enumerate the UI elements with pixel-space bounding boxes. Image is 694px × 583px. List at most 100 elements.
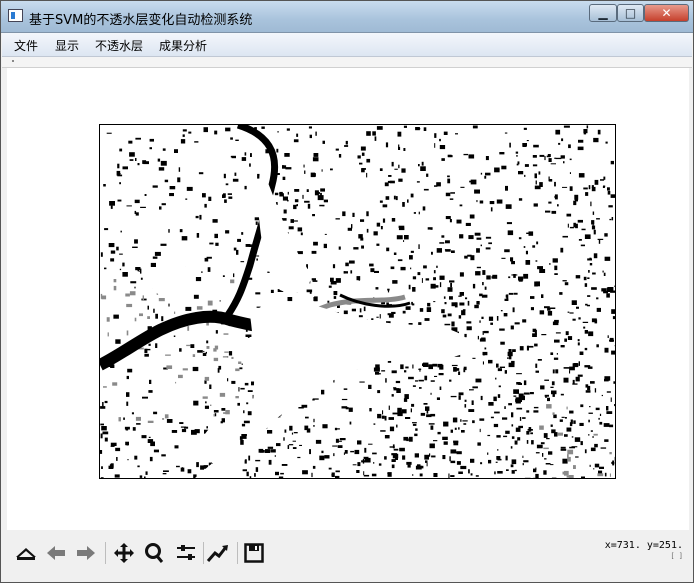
raster-speck [404,235,409,240]
raster-speck [330,168,333,171]
raster-speck [150,262,156,267]
raster-speck [333,453,335,457]
raster-speck [557,204,559,207]
minimize-button[interactable]: ▁ [589,4,617,22]
raster-speck [411,403,415,407]
raster-speck [481,316,484,319]
raster-speck [562,235,568,238]
close-button[interactable]: ✕ [644,4,689,22]
raster-speck [584,365,591,368]
raster-speck [301,404,308,408]
raster-speck [391,311,396,314]
raster-speck [557,432,563,436]
menu-analysis[interactable]: 成果分析 [159,37,207,54]
raster-speck [195,215,199,219]
raster-speck [454,417,457,419]
raster-speck [349,260,355,264]
raster-speck [414,453,419,458]
raster-speck [376,243,380,246]
raster-speck [609,452,612,455]
figure-canvas[interactable] [7,68,689,530]
raster-speck [337,440,342,442]
raster-speck [169,186,176,190]
forward-button[interactable] [73,540,99,566]
raster-speck [609,337,614,342]
edit-axis-button[interactable] [205,540,231,566]
raster-speck [508,349,512,354]
configure-subplots-icon [177,545,195,560]
raster-speck [402,310,406,314]
raster-speck [547,397,550,402]
raster-speck [465,297,468,300]
raster-speck [569,226,574,229]
raster-speck [525,260,531,265]
raster-speck [568,144,571,149]
back-button[interactable] [43,540,69,566]
raster-speck [496,316,499,321]
raster-speck [102,402,104,407]
save-button[interactable] [241,540,267,566]
raster-speck [425,278,430,281]
raster-speck [361,168,365,173]
raster-speck [534,281,538,287]
raster-speck [583,187,588,190]
raster-speck [129,159,134,161]
raster-speck [424,454,429,460]
raster-speck [515,427,521,432]
navigation-toolbar: x=731. y=251. [ ] [7,530,689,580]
raster-speck [389,180,395,184]
raster-speck [361,152,365,156]
menu-display[interactable]: 显示 [55,37,79,54]
raster-speck [436,248,442,253]
raster-speck [406,438,409,442]
home-button[interactable] [13,540,39,566]
raster-speck [408,376,414,380]
pan-button[interactable] [111,540,137,566]
raster-speck [450,429,453,433]
title-bar[interactable]: 基于SVM的不透水层变化自动检测系统 ▁ □ ✕ [1,1,693,33]
raster-speck [359,381,365,383]
raster-speck [459,302,465,306]
raster-speck [430,425,434,430]
raster-speck [480,395,483,401]
raster-speck [117,163,120,169]
raster-speck [414,433,418,437]
menu-file[interactable]: 文件 [14,37,38,54]
raster-speck [509,142,511,148]
raster-speck [333,291,338,296]
raster-speck [560,345,565,348]
raster-speck [571,436,574,438]
raster-speck [377,413,382,419]
raster-speck [532,155,537,158]
classification-raster [100,125,615,478]
raster-speck [285,167,292,170]
zoom-button[interactable] [141,540,167,566]
raster-speck [531,440,534,445]
raster-speck [508,355,512,360]
raster-speck [555,129,561,135]
raster-speck [572,318,576,321]
maximize-button[interactable]: □ [617,4,644,22]
raster-speck [158,298,165,302]
raster-speck [503,313,508,317]
raster-speck [349,421,352,425]
raster-speck [241,423,246,427]
raster-speck [567,311,570,313]
raster-speck [223,173,226,179]
raster-speck [218,365,222,370]
raster-speck [488,242,492,245]
raster-speck [482,270,486,275]
raster-speck [542,453,544,457]
raster-speck [550,307,556,309]
raster-speck [224,199,227,203]
raster-speck [516,155,518,157]
raster-speck [510,464,514,468]
menu-impervious[interactable]: 不透水层 [95,37,143,54]
raster-speck [449,296,453,300]
raster-speck [239,367,243,370]
raster-speck [494,411,500,414]
configure-subplots-button[interactable] [173,540,199,566]
raster-speck [418,164,420,167]
raster-speck [497,449,499,451]
raster-speck [468,469,470,474]
